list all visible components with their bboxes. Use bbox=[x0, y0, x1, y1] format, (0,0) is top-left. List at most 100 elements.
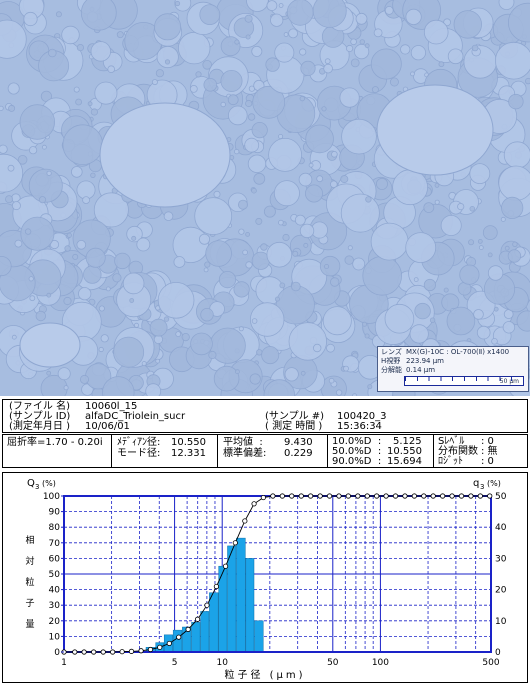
droplet bbox=[155, 69, 164, 78]
droplet bbox=[164, 59, 171, 65]
d90-label: 90.0%D : bbox=[332, 456, 382, 467]
cumulative-point bbox=[449, 493, 455, 499]
y-left-tick-label: 20 bbox=[49, 617, 61, 627]
droplet bbox=[46, 170, 52, 176]
time-value: 15:36:34 bbox=[337, 421, 382, 432]
droplet bbox=[28, 168, 63, 203]
x-tick-label: 500 bbox=[482, 658, 499, 668]
droplet bbox=[326, 343, 335, 353]
cumulative-point bbox=[487, 493, 493, 499]
droplet bbox=[245, 34, 251, 40]
droplet bbox=[477, 238, 483, 244]
droplet bbox=[38, 196, 47, 204]
droplet bbox=[500, 216, 506, 222]
droplet bbox=[352, 393, 358, 396]
droplet bbox=[498, 165, 530, 201]
droplet bbox=[7, 82, 20, 95]
cumulative-point bbox=[213, 583, 220, 590]
droplet bbox=[242, 249, 248, 256]
droplet bbox=[105, 286, 111, 292]
droplet bbox=[503, 141, 530, 169]
droplet bbox=[154, 13, 182, 41]
droplet bbox=[300, 60, 316, 77]
droplet bbox=[247, 113, 256, 121]
droplet bbox=[459, 264, 480, 285]
droplet bbox=[98, 305, 105, 312]
droplet bbox=[423, 278, 436, 292]
droplet bbox=[266, 241, 293, 268]
cumulative-point bbox=[298, 493, 304, 499]
droplet bbox=[116, 31, 124, 39]
droplet bbox=[410, 45, 426, 61]
cumulative-point bbox=[440, 493, 446, 499]
droplet bbox=[63, 296, 72, 306]
droplet bbox=[63, 385, 69, 391]
fov-value: 223.94 μm bbox=[406, 357, 444, 365]
droplet bbox=[76, 240, 87, 250]
statistics-panel: 屈折率=1.70 - 0.20i ﾒﾃﾞｨｱﾝ径: 10.550 モード径: 1… bbox=[2, 434, 528, 468]
droplet bbox=[238, 228, 245, 235]
cumulative-point bbox=[392, 493, 399, 499]
droplet bbox=[350, 38, 357, 46]
droplet bbox=[151, 79, 158, 86]
droplet bbox=[340, 175, 349, 184]
cumulative-point bbox=[251, 501, 257, 507]
droplet bbox=[163, 316, 170, 322]
droplet bbox=[343, 365, 349, 372]
droplet bbox=[249, 373, 261, 385]
droplet bbox=[468, 239, 475, 246]
resolution-label: 分解能 bbox=[381, 366, 402, 374]
droplet bbox=[83, 265, 102, 284]
droplet bbox=[47, 48, 57, 58]
droplet bbox=[5, 195, 14, 204]
droplet bbox=[24, 228, 32, 235]
droplet bbox=[340, 193, 380, 233]
q3-bar bbox=[245, 558, 255, 653]
droplet bbox=[471, 44, 479, 52]
y-right-tick-label: 30 bbox=[495, 554, 507, 564]
droplet bbox=[423, 202, 435, 214]
droplet bbox=[163, 211, 174, 222]
droplet bbox=[305, 124, 334, 154]
cumulative-point bbox=[176, 634, 182, 640]
droplet bbox=[364, 43, 370, 49]
droplet bbox=[238, 326, 244, 332]
droplet bbox=[245, 231, 251, 237]
droplet bbox=[274, 42, 295, 63]
droplet bbox=[278, 133, 284, 139]
droplet bbox=[73, 86, 80, 93]
scale-bar-label: 50 μm bbox=[499, 378, 519, 385]
y-right-tick-label: 0 bbox=[495, 648, 501, 658]
droplet bbox=[313, 343, 322, 353]
droplet bbox=[46, 292, 52, 298]
droplet bbox=[304, 184, 323, 203]
droplet bbox=[414, 302, 431, 320]
right-axis-title-main: q bbox=[473, 478, 479, 489]
cumulative-point bbox=[336, 493, 342, 499]
droplet bbox=[384, 5, 394, 15]
droplet bbox=[286, 0, 314, 26]
droplet bbox=[157, 281, 195, 319]
droplet bbox=[23, 11, 38, 27]
droplet bbox=[253, 172, 266, 185]
droplet bbox=[220, 70, 243, 93]
cumulative-point bbox=[458, 493, 465, 499]
left-axis-title-main: Q bbox=[27, 478, 35, 489]
droplet bbox=[493, 306, 499, 312]
droplet bbox=[71, 166, 83, 178]
droplet bbox=[324, 58, 331, 65]
cumulative-point bbox=[242, 518, 248, 524]
std-label: 標準偏差: bbox=[223, 448, 267, 459]
cumulative-point bbox=[128, 648, 135, 654]
cumulative-point bbox=[421, 493, 427, 499]
droplet bbox=[299, 223, 315, 239]
cumulative-point bbox=[364, 493, 370, 499]
cumulative-point bbox=[166, 640, 172, 647]
cumulative-point bbox=[91, 649, 97, 655]
droplet bbox=[213, 365, 240, 392]
droplet bbox=[198, 233, 210, 245]
droplet bbox=[319, 255, 341, 277]
y-right-tick-label: 40 bbox=[495, 523, 507, 533]
particle-size-distribution-chart: Q 3 (%) q 3 (%) 粒子径 (μm) 相対粒子量 010203040… bbox=[25, 478, 507, 681]
y-left-tick-label: 30 bbox=[49, 601, 61, 611]
